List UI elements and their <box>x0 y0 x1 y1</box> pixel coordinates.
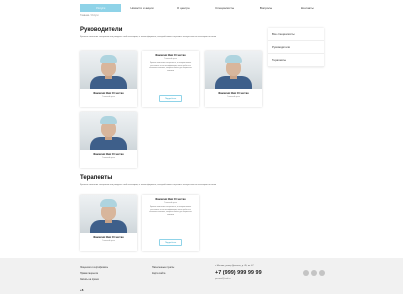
doctor-role: Главный врач <box>102 240 115 242</box>
more-button[interactable]: Подробнее <box>159 95 182 102</box>
footer-link-appointment[interactable]: Запись на прием <box>80 278 99 281</box>
doctor-card[interactable]: Фамилия Имя Отчество Главный врач <box>80 112 137 168</box>
doctor-name: Фамилия Имя Отчество <box>93 92 124 95</box>
doctor-photo <box>80 112 137 150</box>
sidebar-item-therapists[interactable]: Терапевты <box>268 54 324 67</box>
section-desc-therapists: Краткое описание специалистов раздела эт… <box>80 184 217 186</box>
doctor-card[interactable]: Фамилия Имя Отчество Главный врач <box>205 51 262 107</box>
doctor-name: Фамилия Имя Отчество <box>93 236 124 239</box>
doctor-role: Главный врач <box>102 157 115 159</box>
footer-email[interactable]: yourmail@mail.ru <box>215 278 231 280</box>
doctor-name: Фамилия Имя Отчество <box>218 92 249 95</box>
section-title-therapists: Терапевты <box>80 175 113 181</box>
footer-address: г. Москва, улица Донская, д. 45, кв. 47 <box>215 265 254 267</box>
doctor-card[interactable]: Фамилия Имя Отчество Главный врач <box>80 195 137 251</box>
social-icon[interactable] <box>311 270 317 276</box>
doctor-role: Главный врач <box>164 202 177 204</box>
section-desc-leaders: Краткое описание специалистов раздела эт… <box>80 36 217 38</box>
footer <box>0 258 403 294</box>
social-icon[interactable] <box>319 270 325 276</box>
doctor-name: Фамилия Имя Отчество <box>155 54 186 57</box>
doctor-card[interactable]: Фамилия Имя Отчество Главный врач <box>80 51 137 107</box>
specialists-sidebar: Все специалисты Руководители Терапевты <box>268 28 324 67</box>
more-button[interactable]: Подробнее <box>159 239 182 246</box>
doctor-role: Главный врач <box>102 96 115 98</box>
breadcrumb[interactable]: Главная / Услуги <box>80 14 98 17</box>
footer-link-licenses[interactable]: Лицензии и сертификаты <box>80 266 108 269</box>
doctor-description: Краткое описание специалиста, в котором … <box>149 206 192 216</box>
footer-link-sitemap[interactable]: Карта сайта <box>152 272 165 275</box>
doctor-description: Краткое описание специалиста, в котором … <box>149 62 192 72</box>
doctor-photo <box>205 51 262 89</box>
social-icon[interactable] <box>303 270 309 276</box>
age-rating: +6 <box>80 288 84 292</box>
nav-item-contacts[interactable]: Контакты <box>287 4 328 12</box>
doctor-card-expanded[interactable]: Фамилия Имя Отчество Главный врач Кратко… <box>142 195 199 251</box>
main-nav: Услуги Новости и акции О центре Специали… <box>80 4 328 12</box>
nav-item-services[interactable]: Услуги <box>80 4 122 12</box>
sidebar-item-all[interactable]: Все специалисты <box>268 28 324 41</box>
doctor-card-expanded[interactable]: Фамилия Имя Отчество Главный врач Кратко… <box>142 51 199 107</box>
footer-link-patient-rights[interactable]: Права пациента <box>80 272 98 275</box>
nav-item-news[interactable]: Новости и акции <box>121 4 162 12</box>
sidebar-item-leaders[interactable]: Руководители <box>268 41 324 54</box>
doctor-photo <box>80 195 137 233</box>
section-title-leaders: Руководители <box>80 27 123 33</box>
footer-link-localities[interactable]: Населенные пункты <box>152 266 174 269</box>
nav-item-about[interactable]: О центре <box>163 4 204 12</box>
nav-item-specialists[interactable]: Специалисты <box>204 4 245 12</box>
doctor-role: Главный врач <box>164 58 177 60</box>
doctor-photo <box>80 51 137 89</box>
doctor-role: Главный врач <box>227 96 240 98</box>
doctor-name: Фамилия Имя Отчество <box>93 153 124 156</box>
footer-phone[interactable]: +7 (999) 999 99 99 <box>215 270 262 276</box>
doctor-name: Фамилия Имя Отчество <box>155 198 186 201</box>
nav-item-questions[interactable]: Вопросы <box>245 4 286 12</box>
